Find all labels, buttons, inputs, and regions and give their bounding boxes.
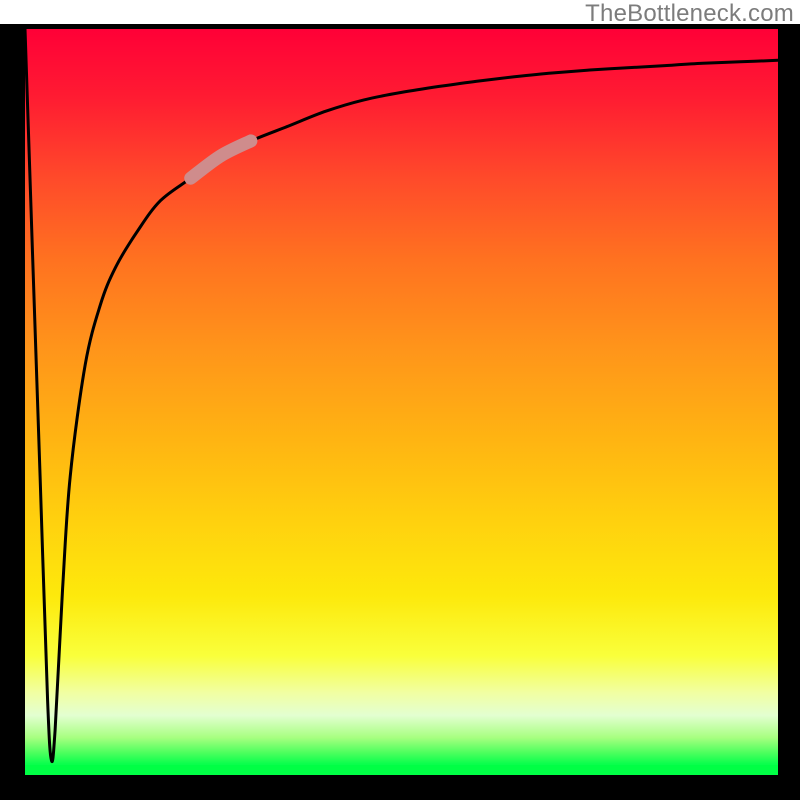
plot-area xyxy=(25,29,778,775)
attribution-text: TheBottleneck.com xyxy=(585,0,794,28)
highlight-segment-path xyxy=(191,141,251,178)
bottleneck-chart: TheBottleneck.com xyxy=(0,0,800,800)
curve-svg xyxy=(25,29,778,775)
plot-frame xyxy=(0,24,800,800)
bottleneck-curve-path xyxy=(25,29,778,762)
